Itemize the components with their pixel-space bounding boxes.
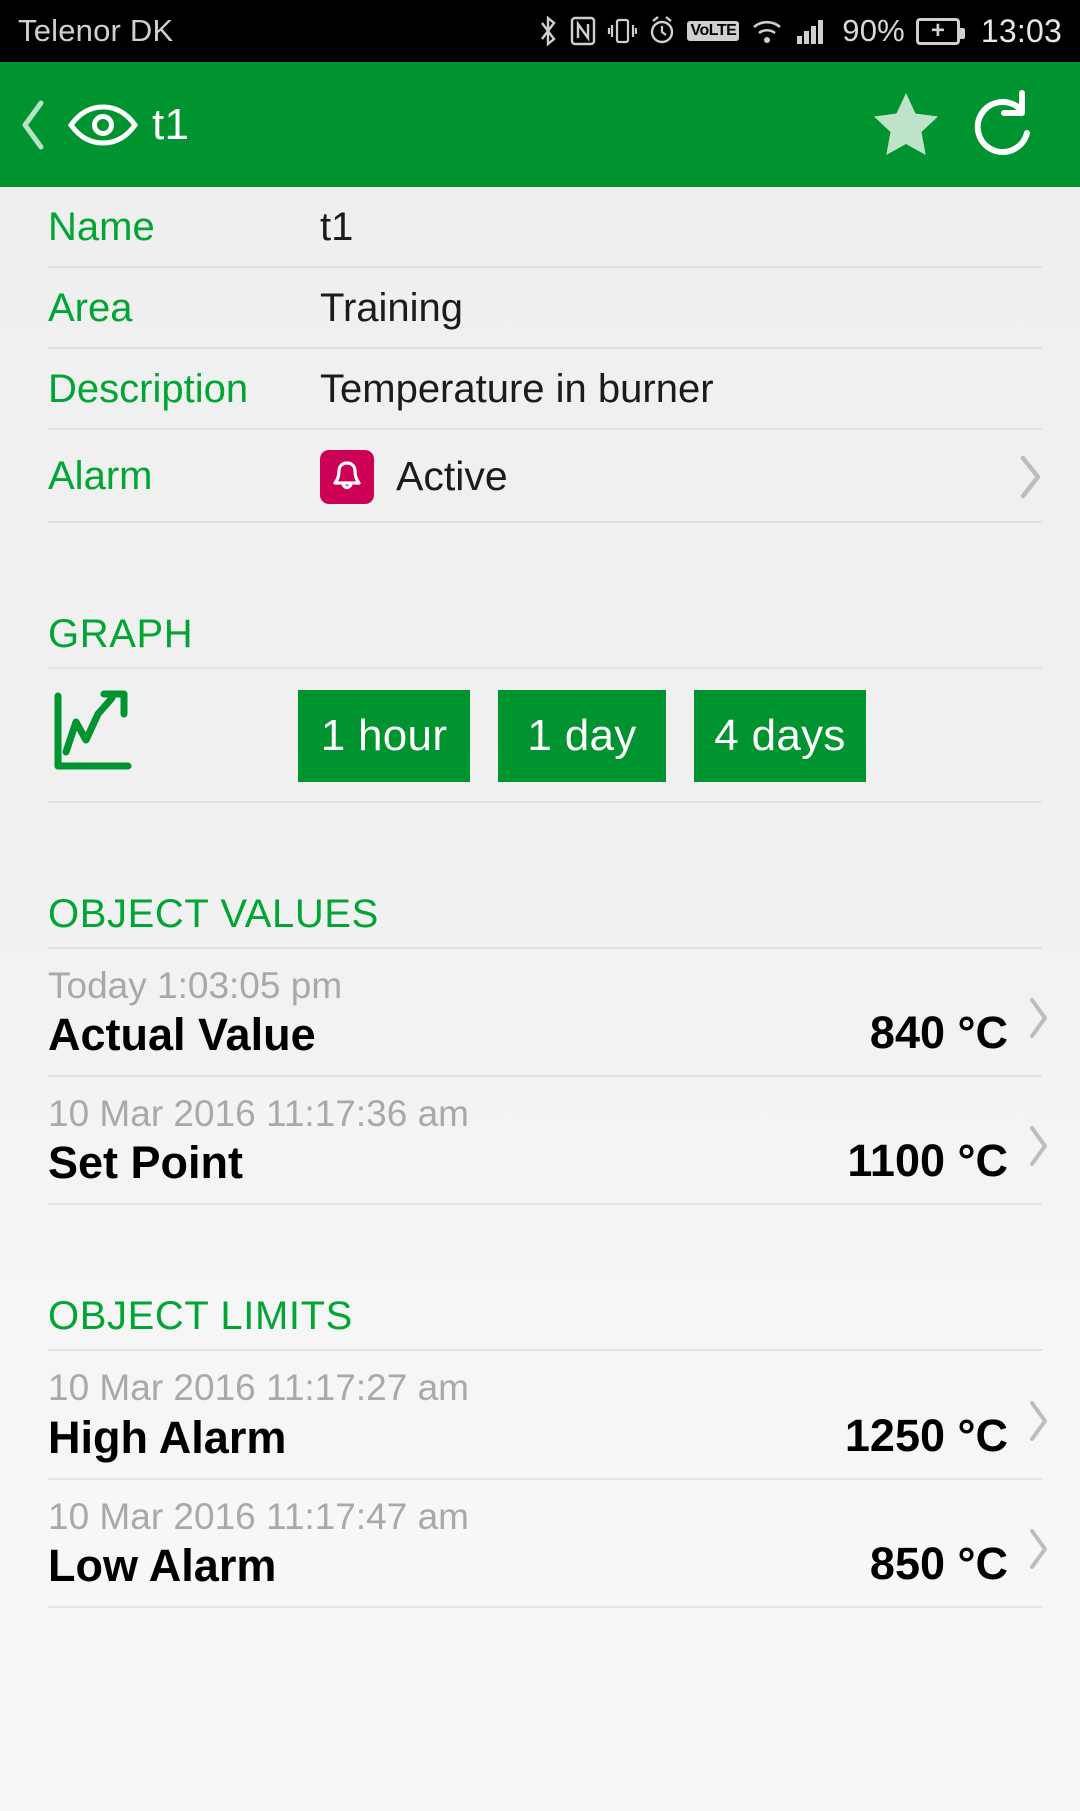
value-name: High Alarm: [48, 1411, 287, 1463]
value-row-text: 10 Mar 2016 11:17:36 am Set Point: [48, 1091, 847, 1189]
battery-percent-label: 90%: [842, 13, 905, 48]
info-label: Area: [48, 286, 133, 330]
graph-range-1-hour-button[interactable]: 1 hour: [298, 690, 470, 782]
value-name: Actual Value: [48, 1009, 316, 1061]
value-row-right: 840 °C: [870, 996, 1050, 1061]
graph-range-4-days-button[interactable]: 4 days: [694, 690, 866, 782]
value-row-right: 1100 °C: [847, 1124, 1050, 1189]
chevron-right-icon: [1026, 1527, 1050, 1590]
bluetooth-icon: [537, 14, 559, 48]
section-title: OBJECT VALUES: [48, 892, 379, 936]
value-row-set-point[interactable]: 10 Mar 2016 11:17:36 am Set Point 1100 °…: [0, 1077, 1080, 1206]
info-label: Description: [48, 367, 249, 411]
value-row-text: Today 1:03:05 pm Actual Value: [48, 963, 870, 1061]
value-timestamp: 10 Mar 2016 11:17:27 am: [48, 1367, 469, 1409]
value-reading: 850 °C: [869, 1537, 1008, 1589]
value-timestamp: Today 1:03:05 pm: [48, 965, 343, 1006]
section-title: GRAPH: [48, 612, 194, 656]
alarm-clock-icon: [648, 14, 676, 48]
info-row-name[interactable]: Name t1: [0, 187, 1080, 268]
app-bar: t1: [0, 62, 1080, 187]
info-value: Temperature in burner: [320, 367, 714, 411]
limit-row-low-alarm[interactable]: 10 Mar 2016 11:17:47 am Low Alarm 850 °C: [0, 1480, 1080, 1608]
content-scroll-area[interactable]: Name t1 Area Training Description Temper…: [0, 187, 1080, 1811]
chevron-right-icon: [1026, 1124, 1050, 1187]
value-timestamp: 10 Mar 2016 11:17:36 am: [48, 1093, 469, 1135]
section-header-object-limits: OBJECT LIMITS: [0, 1267, 1080, 1352]
bell-icon: [320, 449, 374, 504]
chevron-right-icon: [1026, 1399, 1050, 1462]
alarm-label: Alarm: [48, 454, 153, 498]
eye-icon: [60, 101, 146, 149]
value-row-right: 1250 °C: [845, 1399, 1050, 1464]
clock-label: 13:03: [980, 12, 1062, 49]
value-timestamp: 10 Mar 2016 11:17:47 am: [48, 1495, 469, 1537]
status-bar: Telenor DK VoLTE 90% + 13:03: [0, 0, 1080, 62]
limit-row-high-alarm[interactable]: 10 Mar 2016 11:17:27 am High Alarm 1250 …: [0, 1351, 1080, 1480]
star-icon[interactable]: [858, 89, 954, 161]
back-chevron-icon[interactable]: [8, 97, 60, 153]
chevron-right-icon: [1026, 996, 1050, 1059]
nfc-icon: [570, 14, 596, 48]
section-title: OBJECT LIMITS: [48, 1294, 353, 1339]
value-name: Set Point: [48, 1137, 244, 1189]
wifi-icon: [750, 14, 784, 48]
value-name: Low Alarm: [48, 1539, 277, 1591]
battery-charging-icon: +: [915, 17, 965, 45]
status-bar-icons: VoLTE 90% + 13:03: [537, 13, 1062, 50]
refresh-icon[interactable]: [954, 89, 1050, 161]
section-header-graph: GRAPH: [0, 585, 1080, 669]
graph-range-1-day-button[interactable]: 1 day: [498, 690, 666, 782]
section-header-object-values: OBJECT VALUES: [0, 865, 1080, 949]
alarm-status: Active: [396, 453, 508, 499]
graph-controls-row: 1 hour 1 day 4 days: [0, 669, 1080, 803]
alarm-row[interactable]: Alarm Active: [0, 430, 1080, 523]
value-reading: 1100 °C: [847, 1135, 1008, 1187]
value-row-text: 10 Mar 2016 11:17:27 am High Alarm: [48, 1365, 845, 1463]
value-row-right: 850 °C: [870, 1527, 1050, 1592]
info-value: Training: [320, 286, 464, 330]
value-row-text: 10 Mar 2016 11:17:47 am Low Alarm: [48, 1494, 870, 1592]
chevron-right-icon: [1010, 454, 1050, 500]
info-row-description[interactable]: Description Temperature in burner: [0, 349, 1080, 430]
carrier-label: Telenor DK: [18, 13, 174, 48]
volte-icon: VoLTE: [687, 21, 740, 41]
value-row-actual-value[interactable]: Today 1:03:05 pm Actual Value 840 °C: [0, 949, 1080, 1078]
value-reading: 1250 °C: [844, 1409, 1008, 1461]
trend-chart-icon: [48, 688, 298, 785]
info-label: Name: [48, 205, 155, 249]
info-value: t1: [320, 205, 354, 249]
info-row-area[interactable]: Area Training: [0, 268, 1080, 349]
signal-icon: [795, 14, 829, 48]
vibrate-icon: [607, 14, 638, 48]
value-reading: 840 °C: [869, 1007, 1008, 1059]
page-title: t1: [152, 99, 190, 149]
